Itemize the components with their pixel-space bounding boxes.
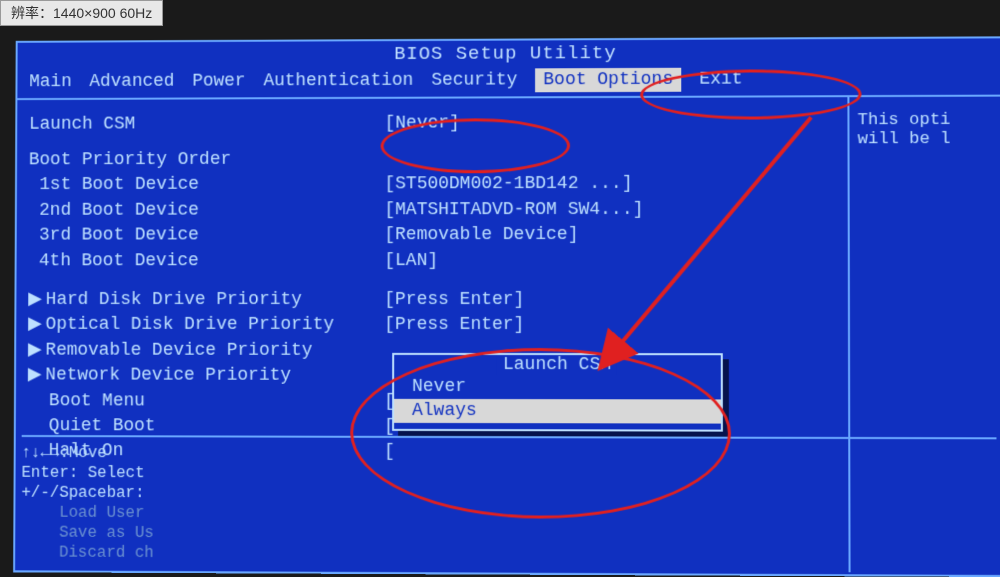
tab-main[interactable]: Main <box>29 72 72 92</box>
popup-option-always[interactable]: Always <box>394 399 721 424</box>
boot4-label: 4th Boot Device <box>28 250 384 273</box>
boot-device-2[interactable]: 2nd Boot Device [MATSHITADVD-ROM SW4...] <box>29 198 836 223</box>
launch-csm-label: Launch CSM <box>29 113 385 137</box>
triangle-icon: ▶ <box>28 315 42 335</box>
triangle-icon: ▶ <box>28 340 42 360</box>
tab-authentication[interactable]: Authentication <box>263 71 413 91</box>
boot2-value: [MATSHITADVD-ROM SW4...] <box>384 198 835 222</box>
tab-advanced[interactable]: Advanced <box>89 72 174 92</box>
optical-priority-value: [Press Enter] <box>384 314 836 338</box>
launch-csm-popup: Launch CSM Never Always <box>392 353 723 432</box>
menu-bar: Main Advanced Power Authentication Secur… <box>17 64 1000 98</box>
monitor-resolution-label: 辨率：1440×900 60Hz <box>0 0 163 26</box>
boot1-value: [ST500DM002-1BD142 ...] <box>384 173 835 197</box>
launch-csm-row[interactable]: Launch CSM [Never] <box>29 111 835 137</box>
network-priority-label: Network Device Priority <box>45 366 291 386</box>
boot-priority-header: Boot Priority Order <box>29 149 836 171</box>
boot2-label: 2nd Boot Device <box>29 199 385 223</box>
boot-menu-label: Boot Menu <box>28 390 384 414</box>
bios-title: BIOS Setup Utility <box>18 38 1000 68</box>
help-pane: This opti will be l ↑↓←→:Move Enter: Sel… <box>849 97 1000 573</box>
optical-priority-label: Optical Disk Drive Priority <box>46 315 334 335</box>
bios-screen: BIOS Setup Utility Main Advanced Power A… <box>3 26 1000 577</box>
submenu-hdd-priority[interactable]: ▶Hard Disk Drive Priority [Press Enter] <box>28 289 836 313</box>
boot-device-3[interactable]: 3rd Boot Device [Removable Device] <box>28 224 835 248</box>
help-line-1: This opti <box>858 111 994 131</box>
boot-device-4[interactable]: 4th Boot Device [LAN] <box>28 249 835 273</box>
boot1-label: 1st Boot Device <box>29 174 385 198</box>
triangle-icon: ▶ <box>28 366 42 386</box>
tab-power[interactable]: Power <box>192 72 245 92</box>
tab-security[interactable]: Security <box>431 70 517 90</box>
hint-move: ↑↓←→:Move <box>22 443 997 466</box>
popup-option-never[interactable]: Never <box>394 375 721 400</box>
key-hints: ↑↓←→:Move Enter: Select +/-/Spacebar: Lo… <box>21 435 997 567</box>
tab-boot-options[interactable]: Boot Options <box>535 68 681 93</box>
boot4-value: [LAN] <box>384 249 835 273</box>
boot3-label: 3rd Boot Device <box>28 224 384 248</box>
submenu-optical-priority[interactable]: ▶Optical Disk Drive Priority [Press Ente… <box>28 314 836 338</box>
launch-csm-value: [Never] <box>385 111 836 136</box>
hdd-priority-value: [Press Enter] <box>384 289 835 313</box>
triangle-icon: ▶ <box>28 290 42 310</box>
boot3-value: [Removable Device] <box>384 224 835 248</box>
removable-priority-label: Removable Device Priority <box>45 340 312 360</box>
help-line-2: will be l <box>858 130 994 149</box>
boot-device-1[interactable]: 1st Boot Device [ST500DM002-1BD142 ...] <box>29 173 836 198</box>
tab-exit[interactable]: Exit <box>699 70 742 90</box>
popup-title: Launch CSM <box>497 355 617 375</box>
hdd-priority-label: Hard Disk Drive Priority <box>46 290 302 310</box>
